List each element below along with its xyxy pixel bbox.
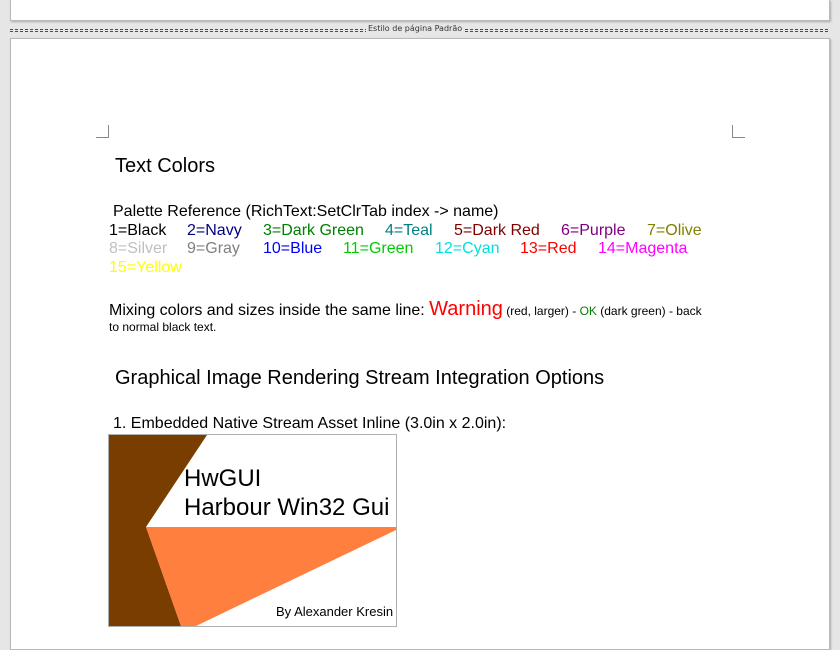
warning-note: (red, larger) - — [502, 304, 580, 318]
text-boundary-corner-top-left — [96, 125, 109, 138]
text-boundary-corner-top-right — [732, 125, 745, 138]
heading-text-colors: Text Colors — [115, 155, 216, 177]
palette-item-dark-red: 5=Dark Red — [454, 222, 540, 239]
palette-item-cyan: 12=Cyan — [435, 240, 500, 257]
previous-page-bottom — [10, 0, 830, 21]
palette-item-purple: 6=Purple — [561, 222, 626, 239]
hwgui-logo-image: HwGUI Harbour Win32 Gui By Alexander Kre… — [109, 435, 396, 626]
ok-note: (dark green) - back — [596, 304, 702, 318]
warning-text: Warning — [429, 298, 503, 320]
palette-item-silver: 8=Silver — [109, 240, 168, 257]
palette-item-yellow: 15=Yellow — [109, 259, 182, 276]
mixing-prefix: Mixing colors and sizes inside the same … — [109, 302, 430, 319]
mixing-line-2: to normal black text. — [109, 320, 217, 334]
ok-text: OK — [579, 304, 597, 318]
palette-item-magenta: 14=Magenta — [598, 240, 688, 257]
palette-item-navy: 2=Navy — [187, 222, 242, 239]
palette-item-blue: 10=Blue — [263, 240, 323, 257]
logo-byline: By Alexander Kresin — [276, 604, 393, 619]
palette-item-black: 1=Black — [109, 222, 167, 239]
palette-item-olive: 7=Olive — [647, 222, 702, 239]
palette-reference: Palette Reference (RichText:SetClrTab in… — [113, 203, 499, 220]
logo-line-2: Harbour Win32 Gui — [184, 494, 389, 521]
logo-line-1: HwGUI — [184, 465, 261, 492]
palette-item-dark-green: 3=Dark Green — [263, 222, 364, 239]
image-caption: 1. Embedded Native Stream Asset Inline (… — [113, 415, 507, 432]
palette-item-green: 11=Green — [343, 240, 414, 257]
palette-item-teal: 4=Teal — [385, 222, 433, 239]
heading-image-options: Graphical Image Rendering Stream Integra… — [115, 367, 605, 389]
page-style-label: Estilo de página Padrão — [366, 24, 465, 34]
palette-item-red: 13=Red — [520, 240, 577, 257]
palette-item-gray: 9=Gray — [187, 240, 240, 257]
document-page[interactable]: Text Colors Palette Reference (RichText:… — [10, 38, 830, 650]
embedded-image[interactable]: HwGUI Harbour Win32 Gui By Alexander Kre… — [108, 434, 397, 627]
